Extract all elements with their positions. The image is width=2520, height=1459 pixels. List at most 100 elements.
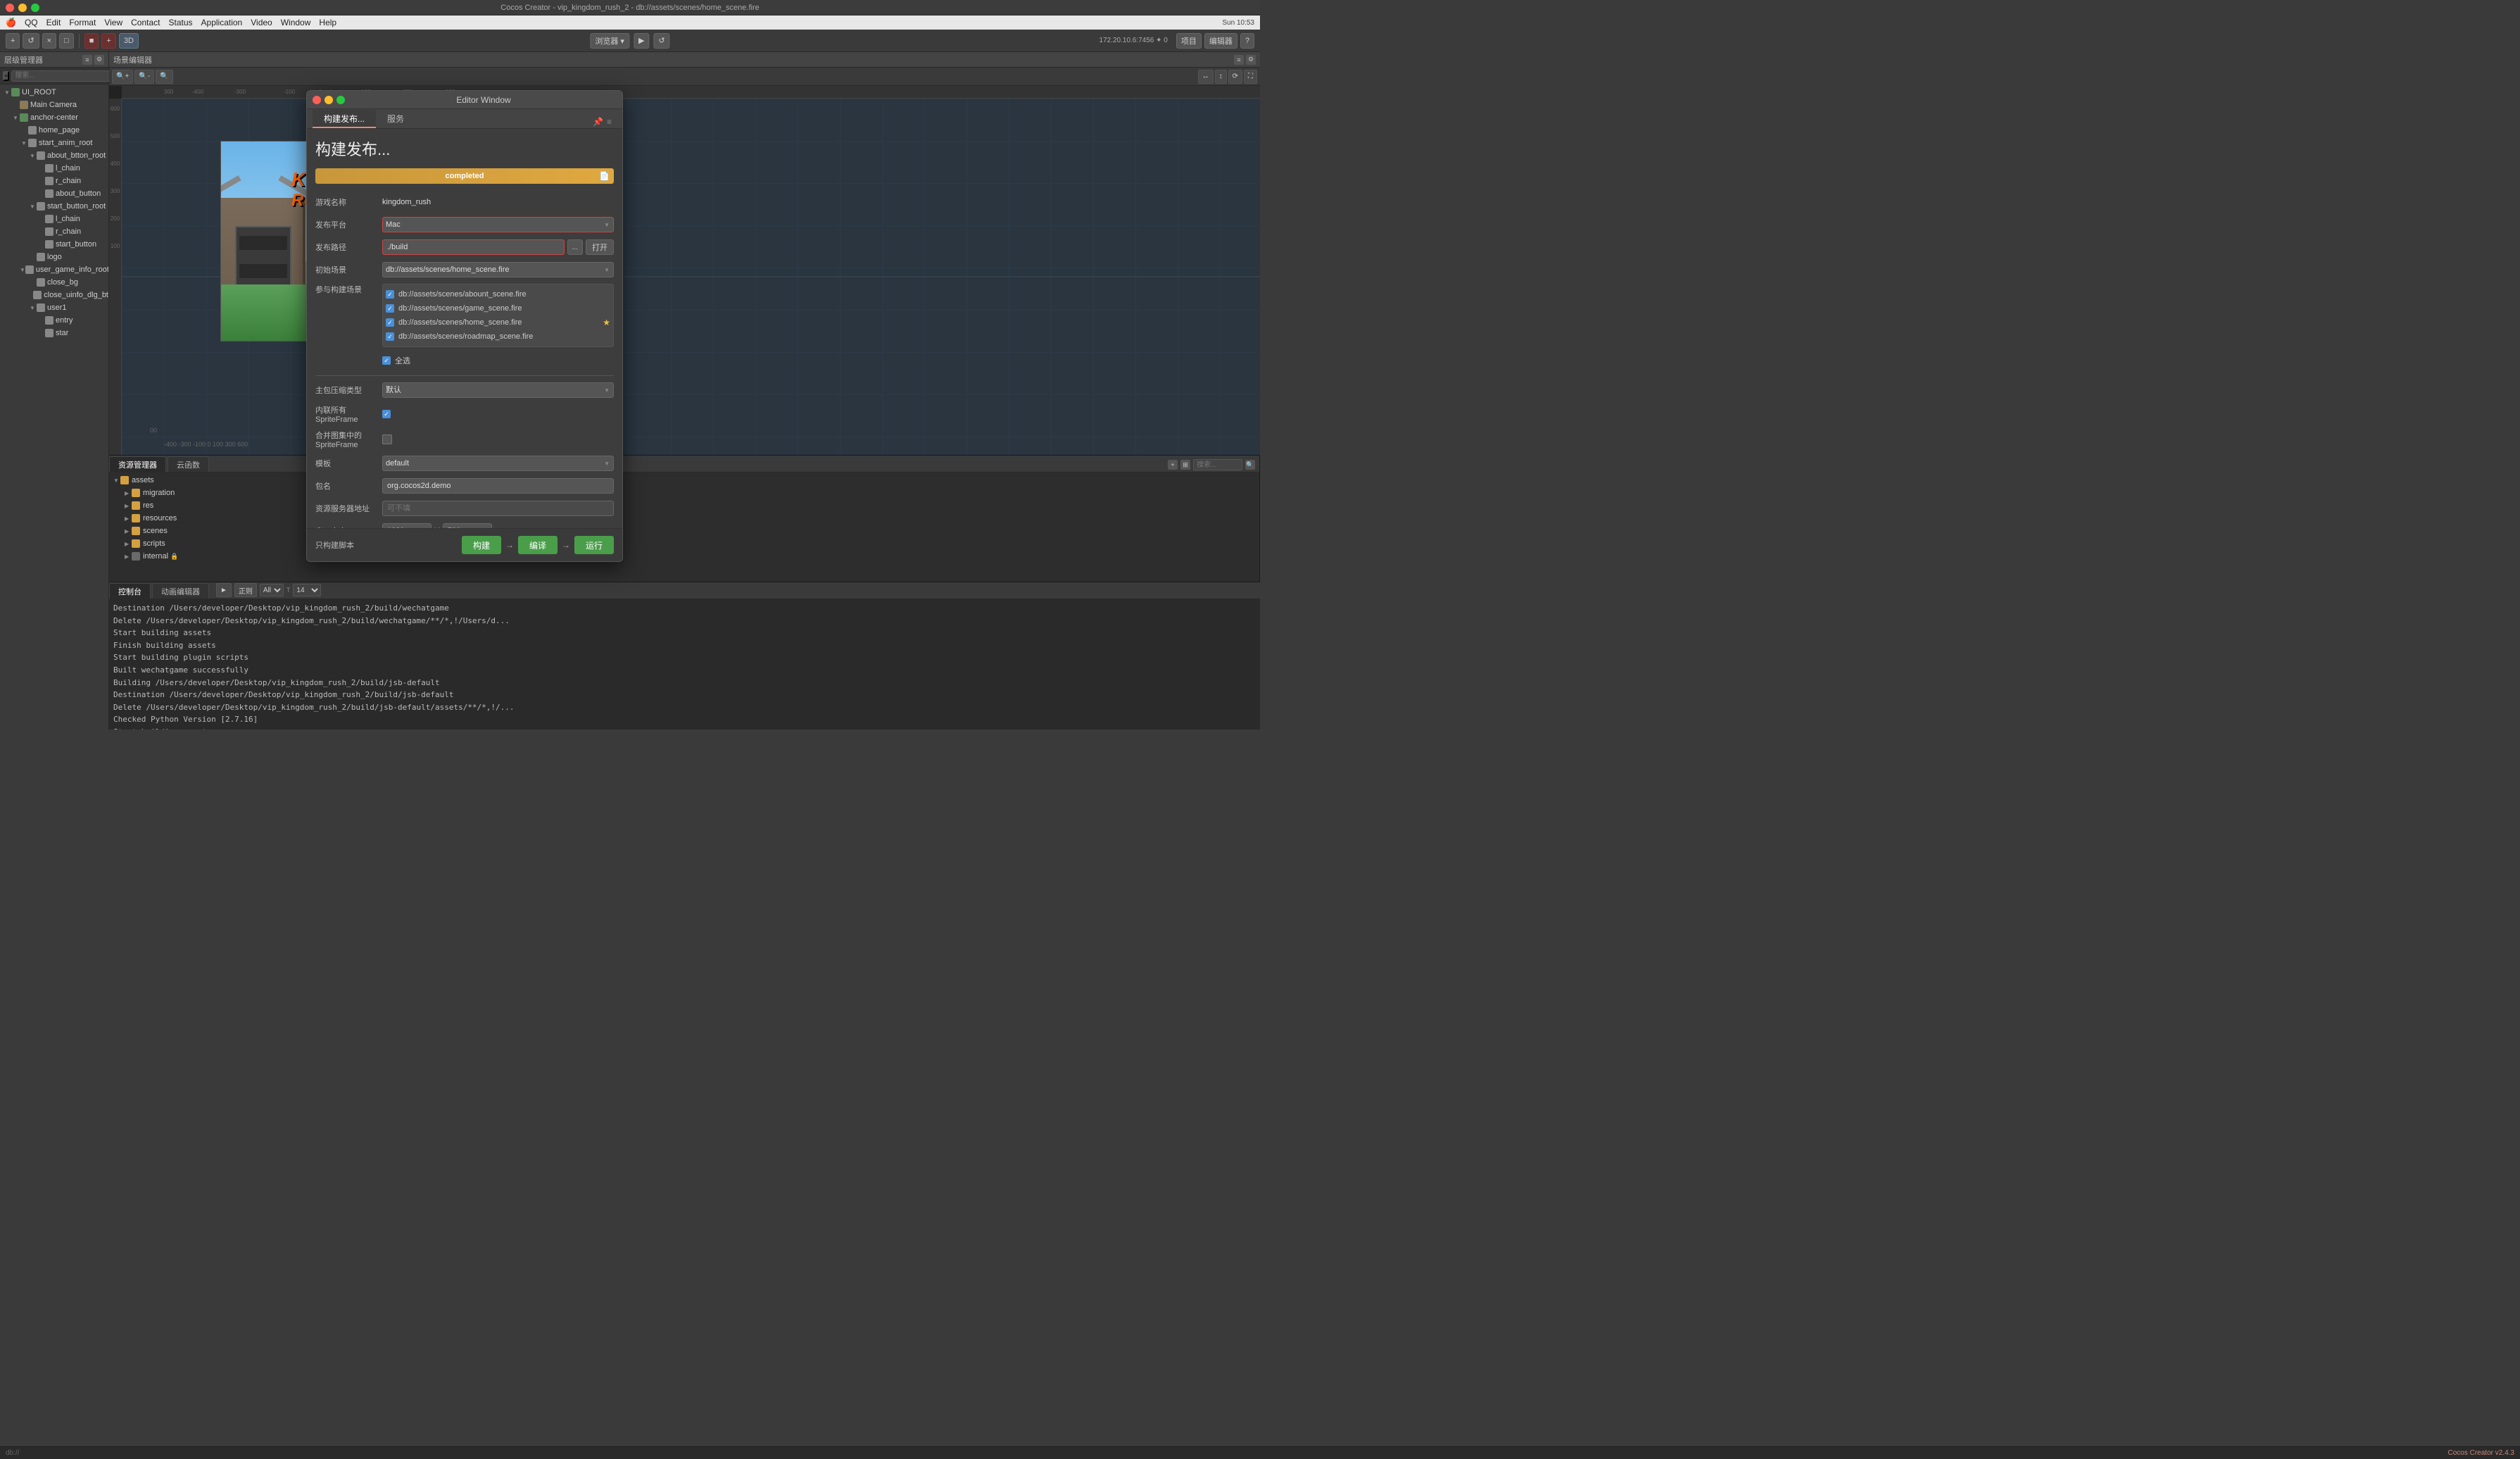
editor-btn[interactable]: 编辑器	[1204, 33, 1237, 49]
path-open-btn[interactable]: 打开	[586, 239, 614, 255]
scene-settings-btn[interactable]: ⚙	[1246, 55, 1256, 65]
layout-button[interactable]: □	[59, 33, 74, 49]
sort-btn[interactable]: ⊞	[1180, 460, 1190, 470]
node-close-bg[interactable]: close_bg	[0, 276, 108, 289]
resource-url-input[interactable]	[382, 501, 614, 516]
node-anchor-center[interactable]: ▼ anchor-center	[0, 111, 108, 124]
tab-assets[interactable]: 资源管理器	[109, 456, 166, 472]
menu-format[interactable]: Format	[69, 18, 96, 27]
node-star[interactable]: star	[0, 327, 108, 339]
asset-assets[interactable]: ▼ assets	[111, 474, 1258, 487]
add-node-btn[interactable]: +	[3, 71, 9, 81]
asset-scenes[interactable]: ▶ scenes	[111, 525, 1258, 537]
help-btn[interactable]: ?	[1240, 33, 1254, 49]
maximize-button[interactable]	[31, 4, 39, 12]
asset-search-input[interactable]	[1193, 459, 1242, 470]
path-input[interactable]	[382, 239, 565, 255]
asset-internal[interactable]: ▶ internal 🔒	[111, 550, 1258, 563]
node-user1[interactable]: ▼ user1	[0, 301, 108, 314]
ew-max-btn[interactable]	[336, 96, 345, 104]
node-about-btton-root[interactable]: ▼ about_btton_root	[0, 149, 108, 162]
menu-status[interactable]: Status	[168, 18, 192, 27]
scene-menu-btn[interactable]: ≡	[1234, 55, 1244, 65]
node-l-chain-1[interactable]: l_chain	[0, 162, 108, 175]
tab-build-publish[interactable]: 构建发布...	[313, 110, 376, 128]
red-btn-2[interactable]: +	[101, 33, 115, 49]
zoom-reset-btn[interactable]: 🔍	[156, 70, 172, 84]
compress-select[interactable]: 默认	[382, 382, 614, 398]
scene-tool-1[interactable]: ↔	[1198, 70, 1214, 84]
node-start-anim-root[interactable]: ▼ start_anim_root	[0, 137, 108, 149]
hierarchy-menu-btn[interactable]: ≡	[82, 55, 92, 65]
scene-item-4[interactable]: ✓ db://assets/scenes/roadmap_scene.fire	[386, 330, 610, 344]
build-btn[interactable]: 构建	[462, 536, 501, 554]
zoom-in-btn[interactable]: 🔍+	[112, 70, 133, 84]
menu-window[interactable]: Window	[281, 18, 311, 27]
node-ui-root[interactable]: ▼ UI_ROOT	[0, 86, 108, 99]
menu-video[interactable]: Video	[251, 18, 272, 27]
node-main-camera[interactable]: Main Camera	[0, 99, 108, 111]
asset-scripts[interactable]: ▶ scripts	[111, 537, 1258, 550]
node-about-button[interactable]: about_button	[0, 187, 108, 200]
refresh-scene-btn[interactable]: ↺	[653, 33, 669, 49]
node-r-chain-1[interactable]: r_chain	[0, 175, 108, 187]
run-btn[interactable]: 运行	[574, 536, 614, 554]
mode-3d[interactable]: 3D	[119, 33, 139, 49]
node-close-uinfo[interactable]: close_uinfo_dlg_bt	[0, 289, 108, 301]
red-btn-1[interactable]: ■	[84, 33, 99, 49]
tab-console[interactable]: 控制台	[109, 583, 151, 599]
add-button[interactable]: +	[6, 33, 20, 49]
node-logo[interactable]: logo	[0, 251, 108, 263]
node-user-game-info-root[interactable]: ▼ user_game_info_root	[0, 263, 108, 276]
node-entry[interactable]: entry	[0, 314, 108, 327]
menu-edit[interactable]: Edit	[46, 18, 61, 27]
tab-cloud[interactable]: 云函数	[168, 456, 209, 472]
close-button[interactable]	[6, 4, 14, 12]
scene-view[interactable]: 300 -400 -300 -100 0 100 300 600 600 500…	[109, 86, 1260, 455]
pin-icon[interactable]: 📌	[593, 117, 603, 127]
menu-application[interactable]: Application	[201, 18, 243, 27]
minimize-button[interactable]	[18, 4, 27, 12]
tab-anim-editor[interactable]: 动画编辑器	[152, 583, 209, 599]
font-size-select[interactable]: 14	[293, 584, 321, 596]
asset-resources[interactable]: ▶ resources	[111, 512, 1258, 525]
scene-item-3[interactable]: ✓ db://assets/scenes/home_scene.fire ★	[386, 315, 610, 330]
scene-item-1[interactable]: ✓ db://assets/scenes/abount_scene.fire	[386, 287, 610, 301]
node-l-chain-2[interactable]: l_chain	[0, 213, 108, 225]
start-scene-select[interactable]: db://assets/scenes/home_scene.fire	[382, 262, 614, 277]
apple-menu[interactable]: 🍎	[6, 18, 16, 27]
merge-atlas-checkbox[interactable]	[382, 434, 392, 444]
scene-tool-3[interactable]: ⟳	[1228, 70, 1242, 84]
scene-tool-4[interactable]: ⛶	[1244, 70, 1257, 84]
scene-item-2[interactable]: ✓ db://assets/scenes/game_scene.fire	[386, 301, 610, 315]
node-r-chain-2[interactable]: r_chain	[0, 225, 108, 238]
menu-icon[interactable]: ≡	[607, 117, 617, 127]
window-width-input[interactable]	[382, 523, 431, 528]
search-asset-btn[interactable]: 🔍	[1245, 460, 1255, 470]
refresh-button[interactable]: ↺	[23, 33, 39, 49]
select-all-checkbox[interactable]: ✓	[382, 356, 391, 365]
platform-select[interactable]: Mac Windows iOS Android	[382, 217, 614, 232]
window-controls[interactable]	[6, 4, 39, 12]
console-filter-select[interactable]: All	[260, 584, 284, 596]
menu-view[interactable]: View	[104, 18, 122, 27]
path-dots-btn[interactable]: ...	[567, 239, 583, 255]
ew-min-btn[interactable]	[325, 96, 333, 104]
node-start-button[interactable]: start_button	[0, 238, 108, 251]
menu-help[interactable]: Help	[319, 18, 336, 27]
close-scene-button[interactable]: ×	[42, 33, 56, 49]
scene-tool-2[interactable]: ↕	[1215, 70, 1227, 84]
project-btn[interactable]: 项目	[1176, 33, 1202, 49]
console-play-btn[interactable]: ►	[216, 583, 232, 597]
menu-qq[interactable]: QQ	[25, 18, 38, 27]
hierarchy-settings-btn[interactable]: ⚙	[94, 55, 104, 65]
inline-sprite-checkbox[interactable]: ✓	[382, 410, 391, 418]
tab-service[interactable]: 服务	[376, 110, 415, 128]
asset-res[interactable]: ▶ res	[111, 499, 1258, 512]
node-start-button-root[interactable]: ▼ start_button_root	[0, 200, 108, 213]
hierarchy-search-input[interactable]	[11, 70, 111, 82]
zoom-out-btn[interactable]: 🔍-	[134, 70, 154, 84]
template-select[interactable]: default	[382, 456, 614, 471]
console-mode-btn[interactable]: 正则	[234, 583, 257, 597]
node-home-page[interactable]: home_page	[0, 124, 108, 137]
